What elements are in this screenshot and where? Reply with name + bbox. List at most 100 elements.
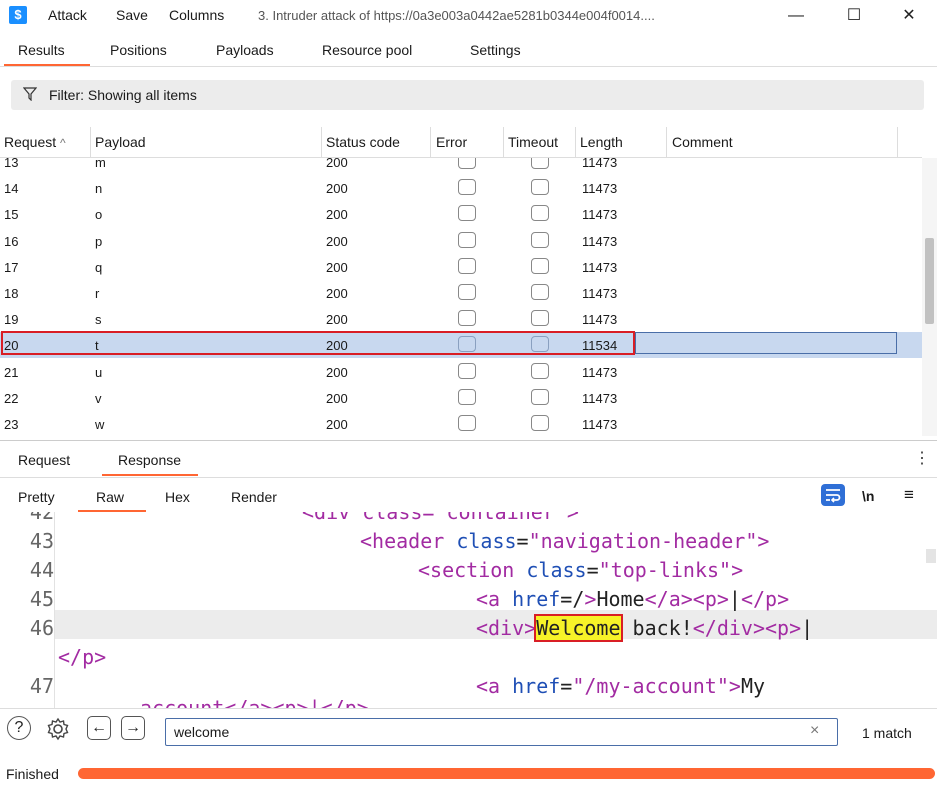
filter-bar[interactable]: Filter: Showing all items xyxy=(11,80,924,110)
cell-payload: r xyxy=(95,286,100,301)
cell-payload: s xyxy=(95,312,102,328)
tab-settings[interactable]: Settings xyxy=(470,42,521,58)
col-request[interactable]: Request ^ xyxy=(4,134,66,150)
help-icon[interactable]: ? xyxy=(7,716,31,740)
cell-length: 11473 xyxy=(582,417,618,432)
cell-request: 21 xyxy=(4,364,19,380)
response-raw-editor[interactable]: 42 <div class="container"> 43 <header cla… xyxy=(0,512,937,708)
word-wrap-icon[interactable] xyxy=(821,484,845,506)
tab-payloads[interactable]: Payloads xyxy=(216,42,274,58)
col-length[interactable]: Length xyxy=(580,134,623,150)
code-token: <a xyxy=(476,587,513,611)
timeout-checkbox xyxy=(531,388,549,405)
settings-gear-icon[interactable] xyxy=(45,716,71,742)
tab-hex[interactable]: Hex xyxy=(165,489,190,505)
table-row[interactable]: 13 m 200 11473 xyxy=(0,158,922,175)
cell-length: 11473 xyxy=(582,207,618,223)
tab-positions[interactable]: Positions xyxy=(110,42,167,58)
table-row[interactable]: 21 u 200 11473 xyxy=(0,359,922,385)
gutter-divider xyxy=(54,512,55,708)
col-status-code[interactable]: Status code xyxy=(326,134,400,150)
clear-search-icon[interactable]: × xyxy=(810,722,819,740)
column-divider[interactable] xyxy=(897,127,898,157)
code-line: <section class="top-links"> xyxy=(418,558,743,582)
error-checkbox xyxy=(458,310,476,327)
timeout-checkbox xyxy=(531,415,549,431)
table-row[interactable]: 15 o 200 11473 xyxy=(0,201,922,227)
cell-request: 19 xyxy=(4,312,19,328)
selected-row-highlight xyxy=(1,331,635,355)
code-token: > xyxy=(728,674,741,698)
tab-resource-pool[interactable]: Resource pool xyxy=(322,42,412,58)
code-token: </a><p> xyxy=(644,587,729,611)
column-divider[interactable] xyxy=(430,127,431,157)
search-input[interactable]: welcome × xyxy=(165,718,838,746)
funnel-icon xyxy=(23,87,37,101)
maximize-icon[interactable]: ☐ xyxy=(834,2,874,30)
col-timeout[interactable]: Timeout xyxy=(508,134,558,150)
column-divider[interactable] xyxy=(503,127,504,157)
timeout-checkbox xyxy=(531,231,549,248)
more-options-icon[interactable]: ⋮ xyxy=(914,448,930,468)
column-divider[interactable] xyxy=(321,127,322,157)
line-number: 46 xyxy=(29,616,54,640)
cell-status-code: 200 xyxy=(326,233,348,249)
table-row[interactable]: 16 p 200 11473 xyxy=(0,228,922,254)
code-token: = xyxy=(516,529,529,553)
previous-match-icon[interactable]: ← xyxy=(87,716,111,740)
table-scrollbar-thumb[interactable] xyxy=(925,238,934,324)
col-payload[interactable]: Payload xyxy=(95,134,146,150)
code-token: My xyxy=(740,674,766,698)
cell-status-code: 200 xyxy=(326,364,348,380)
code-token: | xyxy=(728,587,741,611)
table-row[interactable]: 18 r 200 11473 xyxy=(0,280,922,306)
cell-length: 11473 xyxy=(582,233,618,249)
code-token: "navigation-header" xyxy=(528,529,758,553)
minimize-icon[interactable]: — xyxy=(776,2,816,30)
table-row[interactable]: 23 w 200 11473 xyxy=(0,411,922,436)
show-newlines-button[interactable]: \n xyxy=(862,488,874,504)
tab-results[interactable]: Results xyxy=(18,42,65,58)
menu-columns[interactable]: Columns xyxy=(169,7,224,23)
code-token: class xyxy=(526,558,587,582)
code-token: <div> xyxy=(476,616,537,640)
table-row[interactable]: 19 s 200 11473 xyxy=(0,306,922,332)
tab-request[interactable]: Request xyxy=(18,452,70,468)
match-count: 1 match xyxy=(862,725,912,741)
column-divider[interactable] xyxy=(90,127,91,157)
cell-payload: w xyxy=(95,417,105,432)
tab-raw[interactable]: Raw xyxy=(96,489,124,505)
table-row[interactable]: 22 v 200 11473 xyxy=(0,385,922,411)
col-comment[interactable]: Comment xyxy=(672,134,733,150)
error-checkbox xyxy=(458,179,476,196)
close-icon[interactable]: ✕ xyxy=(889,2,929,30)
status-label: Finished xyxy=(6,766,59,782)
code-line: <a href="/my-account">My xyxy=(476,674,765,698)
column-divider[interactable] xyxy=(575,127,576,157)
tab-pretty[interactable]: Pretty xyxy=(18,489,55,505)
code-token: back! xyxy=(620,616,693,640)
timeout-checkbox xyxy=(531,158,549,169)
next-match-icon[interactable]: → xyxy=(121,716,145,740)
cell-request: 17 xyxy=(4,259,19,275)
code-scrollbar-thumb[interactable] xyxy=(926,549,936,563)
table-row[interactable]: 17 q 200 11473 xyxy=(0,254,922,280)
code-line-partial: <div class="container"> xyxy=(302,512,579,524)
cell-request: 18 xyxy=(4,286,19,301)
table-row[interactable]: 14 n 200 11473 xyxy=(0,175,922,201)
line-number: 45 xyxy=(29,587,54,611)
code-token: href xyxy=(512,587,561,611)
menu-save[interactable]: Save xyxy=(116,7,148,23)
cell-payload: v xyxy=(95,390,102,406)
cell-status-code: 200 xyxy=(326,207,348,223)
menu-attack[interactable]: Attack xyxy=(48,7,87,23)
search-input-value: welcome xyxy=(174,724,230,740)
tab-response[interactable]: Response xyxy=(118,452,181,468)
menu-icon[interactable]: ≡ xyxy=(904,485,914,505)
col-error[interactable]: Error xyxy=(436,134,467,150)
code-token: <header xyxy=(360,529,457,553)
column-divider[interactable] xyxy=(666,127,667,157)
tab-render[interactable]: Render xyxy=(231,489,277,505)
cell-status-code: 200 xyxy=(326,286,348,301)
timeout-checkbox xyxy=(531,257,549,274)
